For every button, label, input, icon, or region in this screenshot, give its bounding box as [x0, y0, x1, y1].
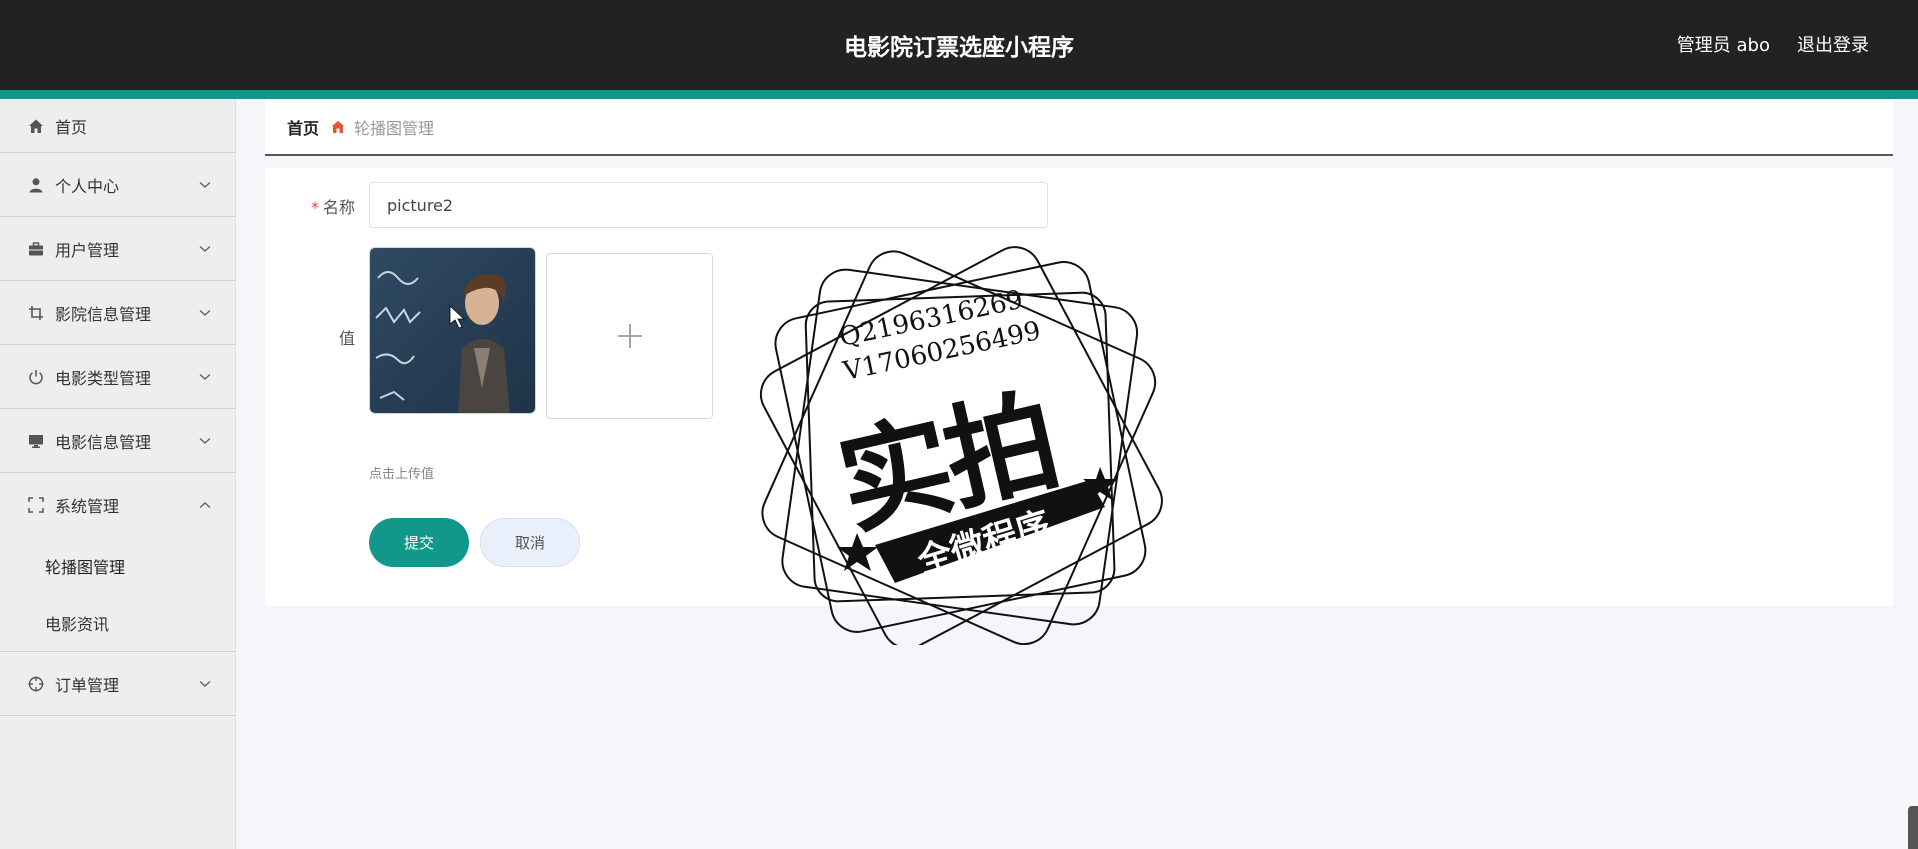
monitor-icon	[27, 432, 45, 450]
app-title: 电影院订票选座小程序	[844, 35, 1074, 61]
upload-hint: 点击上传值	[369, 467, 435, 482]
sidebar-item-label: 电影类型管理	[55, 368, 152, 388]
sidebar-item-home[interactable]: 首页	[0, 99, 235, 153]
submit-button[interactable]: 提交	[369, 518, 469, 567]
sidebar: 首页 个人中心 用户管理 影院信息管理 电影类型管理 电影信息管理 系统管理 轮…	[0, 99, 236, 849]
fullscreen-icon	[27, 496, 45, 514]
sidebar-subitem-carousel[interactable]: 轮播图管理	[0, 537, 235, 594]
sidebar-item-label: 首页	[55, 117, 88, 137]
sidebar-item-label: 电影信息管理	[55, 432, 152, 452]
sidebar-item-label: 订单管理	[55, 675, 120, 695]
sidebar-item-movie-info[interactable]: 电影信息管理	[0, 409, 235, 473]
plus-icon	[617, 324, 642, 348]
name-label: * 名称	[310, 198, 355, 217]
sidebar-item-cinema-info[interactable]: 影院信息管理	[0, 281, 235, 345]
briefcase-icon	[27, 240, 45, 258]
user-icon	[27, 176, 45, 194]
power-icon	[27, 368, 45, 386]
breadcrumb-current: 轮播图管理	[354, 118, 435, 138]
chevron-down-icon	[199, 243, 211, 255]
admin-label: 管理员 abo	[1676, 35, 1770, 56]
sidebar-subitem-movie-news[interactable]: 电影资讯	[0, 594, 235, 651]
logout-link[interactable]: 退出登录	[1797, 31, 1869, 57]
sidebar-item-label: 个人中心	[55, 176, 120, 196]
form-panel: *名称 值 点击上传值 提	[265, 168, 1893, 606]
chevron-down-icon	[199, 371, 211, 383]
sidebar-item-movie-type[interactable]: 电影类型管理	[0, 345, 235, 409]
uploaded-image-thumbnail[interactable]	[369, 247, 536, 414]
sidebar-item-system-management[interactable]: 系统管理	[0, 473, 235, 537]
header-accent-bar	[0, 90, 1918, 99]
chevron-down-icon	[199, 179, 211, 191]
sidebar-item-user-management[interactable]: 用户管理	[0, 217, 235, 281]
chevron-up-icon	[199, 499, 211, 511]
thumbnail-image	[370, 248, 535, 413]
crop-icon	[27, 304, 45, 322]
target-icon	[27, 675, 45, 693]
house-separator-icon	[331, 120, 345, 134]
sidebar-item-order-management[interactable]: 订单管理	[0, 652, 235, 716]
sidebar-item-personal-center[interactable]: 个人中心	[0, 153, 235, 217]
sidebar-item-label: 用户管理	[55, 240, 120, 260]
sidebar-item-label: 影院信息管理	[55, 304, 152, 324]
chevron-down-icon	[199, 307, 211, 319]
image-upload-button[interactable]	[546, 253, 713, 419]
corner-scroll-tab[interactable]	[1908, 806, 1918, 849]
breadcrumb-home[interactable]: 首页	[287, 115, 319, 139]
value-label: 值	[338, 329, 355, 348]
chevron-down-icon	[199, 435, 211, 447]
name-input[interactable]	[369, 182, 1048, 228]
cancel-button[interactable]: 取消	[480, 518, 580, 567]
system-submenu: 轮播图管理 电影资讯	[0, 537, 235, 652]
sidebar-item-label: 系统管理	[55, 497, 120, 516]
chevron-down-icon	[199, 678, 211, 690]
breadcrumb: 首页 轮播图管理	[265, 99, 1893, 156]
required-asterisk: *	[310, 198, 319, 217]
home-icon	[27, 117, 45, 135]
